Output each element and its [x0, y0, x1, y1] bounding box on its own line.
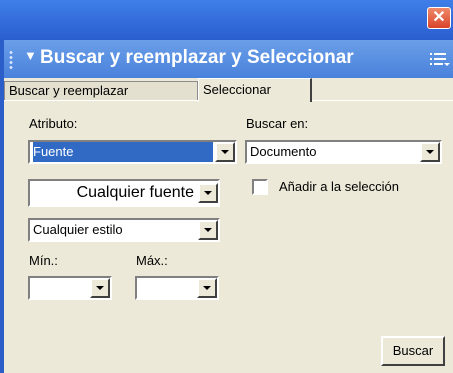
min-label: Mín.:	[29, 253, 58, 268]
max-label: Máx.:	[136, 253, 168, 268]
panel-title: Buscar y reemplazar y Seleccionar	[40, 47, 354, 68]
dropdown-arrow-icon[interactable]	[90, 278, 110, 298]
attribute-label: Atributo:	[29, 116, 78, 131]
search-in-value: Documento	[250, 144, 317, 159]
min-value	[33, 278, 88, 298]
panel-menu-icon[interactable]	[430, 52, 450, 68]
gripper-icon[interactable]	[8, 50, 14, 70]
attribute-select[interactable]: Fuente	[28, 140, 237, 164]
tab-seleccionar[interactable]: Seleccionar	[198, 78, 312, 102]
dropdown-arrow-icon[interactable]	[198, 220, 218, 240]
dropdown-arrow-icon[interactable]	[198, 183, 218, 203]
collapse-arrow-icon[interactable]: ▼	[24, 48, 37, 63]
font-select[interactable]: Cualquier fuente	[28, 179, 220, 207]
style-value: Cualquier estilo	[33, 222, 123, 237]
dropdown-arrow-icon[interactable]	[215, 142, 235, 162]
search-in-select[interactable]: Documento	[245, 140, 442, 164]
style-select[interactable]: Cualquier estilo	[28, 218, 220, 242]
tab-strip: Buscar y reemplazar Seleccionar	[4, 78, 453, 102]
add-to-selection-checkbox[interactable]	[252, 179, 268, 195]
font-value: Cualquier fuente	[76, 184, 194, 201]
tab-buscar-y-reemplazar[interactable]: Buscar y reemplazar	[4, 81, 198, 100]
panel-header[interactable]: ▼ Buscar y reemplazar y Seleccionar	[4, 40, 453, 78]
attribute-value: Fuente	[33, 142, 213, 162]
search-in-label: Buscar en:	[246, 116, 309, 131]
min-select[interactable]	[28, 276, 112, 300]
window-titlebar: ✕	[0, 0, 453, 40]
dropdown-arrow-icon[interactable]	[420, 142, 440, 162]
add-to-selection-label[interactable]: Añadir a la selección	[279, 179, 399, 194]
max-select[interactable]	[135, 276, 219, 300]
close-icon[interactable]: ✕	[427, 7, 451, 29]
max-value	[140, 278, 195, 298]
search-button[interactable]: Buscar	[381, 336, 445, 366]
dropdown-arrow-icon[interactable]	[197, 278, 217, 298]
panel-body: Buscar y reemplazar Seleccionar Atributo…	[4, 78, 453, 373]
